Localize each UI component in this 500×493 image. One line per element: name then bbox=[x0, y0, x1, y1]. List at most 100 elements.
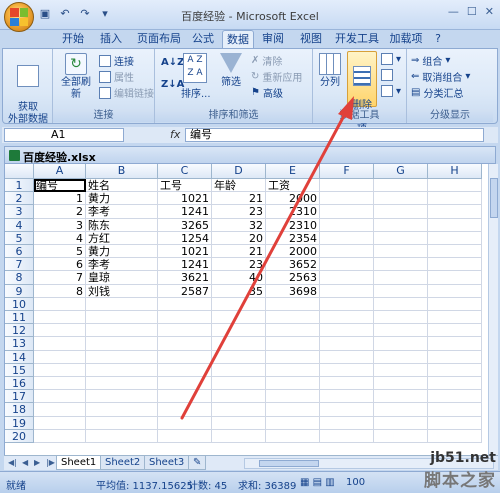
refresh-all-button[interactable]: ↻ 全部刷新 bbox=[57, 53, 95, 101]
row-header[interactable]: 7 bbox=[5, 258, 34, 272]
cell-c11[interactable] bbox=[158, 311, 212, 325]
cell-g7[interactable] bbox=[374, 258, 428, 272]
row-header[interactable]: 10 bbox=[5, 297, 34, 311]
cell-a15[interactable] bbox=[34, 363, 86, 377]
close-button[interactable]: ✕ bbox=[485, 5, 494, 18]
row-header[interactable]: 4 bbox=[5, 218, 34, 232]
cell-d5[interactable]: 20 bbox=[212, 231, 266, 245]
cell-f10[interactable] bbox=[320, 297, 374, 311]
row-header[interactable]: 6 bbox=[5, 245, 34, 259]
cell-b5[interactable]: 方红 bbox=[86, 231, 158, 245]
cell-c15[interactable] bbox=[158, 363, 212, 377]
cell-b8[interactable]: 皇琼 bbox=[86, 271, 158, 285]
cell-f18[interactable] bbox=[320, 403, 374, 417]
row-header[interactable]: 1 bbox=[5, 179, 34, 193]
cell-c1[interactable]: 工号 bbox=[158, 179, 212, 193]
cell-d10[interactable] bbox=[212, 297, 266, 311]
cell-d16[interactable] bbox=[212, 377, 266, 391]
cell-a4[interactable]: 3 bbox=[34, 218, 86, 232]
cell-e3[interactable]: 2310 bbox=[266, 205, 320, 219]
cell-c4[interactable]: 3265 bbox=[158, 218, 212, 232]
row-header[interactable]: 9 bbox=[5, 284, 34, 298]
tab-addins[interactable]: 加载项 bbox=[386, 30, 426, 48]
cell-b2[interactable]: 黄力 bbox=[86, 192, 158, 206]
row-header[interactable]: 19 bbox=[5, 416, 34, 430]
cell-b9[interactable]: 刘钱 bbox=[86, 284, 158, 298]
cell-f3[interactable] bbox=[320, 205, 374, 219]
cell-h9[interactable] bbox=[428, 284, 482, 298]
tab-developer[interactable]: 开发工具 bbox=[332, 30, 382, 48]
tab-page-layout[interactable]: 页面布局 bbox=[134, 30, 184, 48]
help-icon[interactable]: ? bbox=[432, 30, 444, 48]
cell-d11[interactable] bbox=[212, 311, 266, 325]
row-header[interactable]: 11 bbox=[5, 311, 34, 325]
cell-g6[interactable] bbox=[374, 245, 428, 259]
cell-h4[interactable] bbox=[428, 218, 482, 232]
cell-e15[interactable] bbox=[266, 363, 320, 377]
cell-g2[interactable] bbox=[374, 192, 428, 206]
cell-f7[interactable] bbox=[320, 258, 374, 272]
column-header-d[interactable]: D bbox=[212, 164, 266, 179]
cell-h8[interactable] bbox=[428, 271, 482, 285]
subtotal-button[interactable]: ▤ 分类汇总 bbox=[411, 85, 463, 100]
cell-h13[interactable] bbox=[428, 337, 482, 351]
cell-a9[interactable]: 8 bbox=[34, 284, 86, 298]
tab-view[interactable]: 视图 bbox=[296, 30, 326, 48]
cell-g13[interactable] bbox=[374, 337, 428, 351]
edit-links-button[interactable]: 编辑链接 bbox=[99, 85, 154, 100]
worksheet-grid[interactable]: A B C D E F G H 1 编号 姓名 工号 年龄 工资 2 1 黄力 1021 21 2000 3 2 李考 124… bbox=[4, 164, 488, 455]
cell-c6[interactable]: 1021 bbox=[158, 245, 212, 259]
cell-d3[interactable]: 23 bbox=[212, 205, 266, 219]
cell-c19[interactable] bbox=[158, 416, 212, 430]
data-validation-button[interactable]: ▾ bbox=[381, 53, 401, 65]
cell-f4[interactable] bbox=[320, 218, 374, 232]
sheet-tab-2[interactable]: Sheet2 bbox=[100, 456, 146, 470]
cell-e8[interactable]: 2563 bbox=[266, 271, 320, 285]
cell-c13[interactable] bbox=[158, 337, 212, 351]
cell-f9[interactable] bbox=[320, 284, 374, 298]
formula-input[interactable]: 编号 bbox=[185, 128, 484, 142]
cell-b1[interactable]: 姓名 bbox=[86, 179, 158, 193]
row-header[interactable]: 2 bbox=[5, 192, 34, 206]
cell-g16[interactable] bbox=[374, 377, 428, 391]
tab-formulas[interactable]: 公式 bbox=[188, 30, 218, 48]
cell-b20[interactable] bbox=[86, 429, 158, 443]
cell-g15[interactable] bbox=[374, 363, 428, 377]
cell-c17[interactable] bbox=[158, 390, 212, 404]
cell-f13[interactable] bbox=[320, 337, 374, 351]
cell-d20[interactable] bbox=[212, 429, 266, 443]
row-header[interactable]: 5 bbox=[5, 231, 34, 245]
cell-h17[interactable] bbox=[428, 390, 482, 404]
cell-b13[interactable] bbox=[86, 337, 158, 351]
cell-e14[interactable] bbox=[266, 350, 320, 364]
insert-sheet-icon[interactable]: ✎ bbox=[188, 456, 207, 470]
cell-f16[interactable] bbox=[320, 377, 374, 391]
row-header[interactable]: 17 bbox=[5, 390, 34, 404]
cell-b15[interactable] bbox=[86, 363, 158, 377]
cell-b4[interactable]: 陈东 bbox=[86, 218, 158, 232]
cell-e11[interactable] bbox=[266, 311, 320, 325]
cell-g1[interactable] bbox=[374, 179, 428, 193]
cell-d2[interactable]: 21 bbox=[212, 192, 266, 206]
row-header[interactable]: 16 bbox=[5, 377, 34, 391]
cell-c7[interactable]: 1241 bbox=[158, 258, 212, 272]
cell-f15[interactable] bbox=[320, 363, 374, 377]
cell-b7[interactable]: 李考 bbox=[86, 258, 158, 272]
cell-b18[interactable] bbox=[86, 403, 158, 417]
cell-f2[interactable] bbox=[320, 192, 374, 206]
cell-g4[interactable] bbox=[374, 218, 428, 232]
cell-e12[interactable] bbox=[266, 324, 320, 338]
cell-c3[interactable]: 1241 bbox=[158, 205, 212, 219]
prev-sheet-icon[interactable]: ◀ bbox=[22, 458, 28, 467]
cell-a10[interactable] bbox=[34, 297, 86, 311]
cell-d12[interactable] bbox=[212, 324, 266, 338]
advanced-button[interactable]: ⚑ 高级 bbox=[251, 85, 283, 100]
cell-d15[interactable] bbox=[212, 363, 266, 377]
cell-f19[interactable] bbox=[320, 416, 374, 430]
cell-c18[interactable] bbox=[158, 403, 212, 417]
cell-a2[interactable]: 1 bbox=[34, 192, 86, 206]
cell-c12[interactable] bbox=[158, 324, 212, 338]
cell-g3[interactable] bbox=[374, 205, 428, 219]
cell-h2[interactable] bbox=[428, 192, 482, 206]
cell-h5[interactable] bbox=[428, 231, 482, 245]
